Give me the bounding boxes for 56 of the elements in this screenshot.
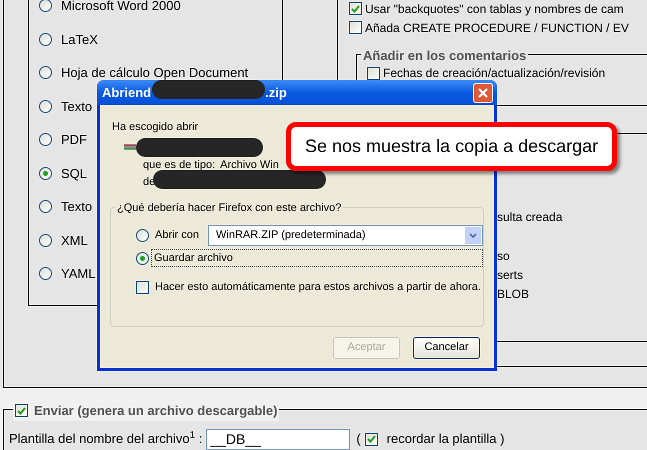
radio-button[interactable]: [39, 200, 52, 214]
radio-button[interactable]: [39, 166, 52, 180]
check-icon: [17, 406, 26, 415]
radio-button[interactable]: [39, 234, 52, 247]
option-label: BLOB: [497, 286, 530, 303]
checkbox[interactable]: [15, 404, 28, 418]
checkbox[interactable]: [367, 66, 380, 80]
dialog-button[interactable]: Cancelar: [413, 336, 480, 358]
option-label: Abrir con: [155, 228, 200, 243]
intro-text: Ha escogido abrir: [112, 121, 198, 133]
checkbox[interactable]: [364, 432, 378, 446]
radio-button[interactable]: [39, 267, 52, 280]
option-label: Usar "backquotes" con tablas y nombres de cam: [365, 0, 624, 18]
format-label: SQL: [61, 164, 88, 182]
type-value: Archivo Win: [220, 158, 279, 172]
format-label: Hoja de cálculo Open Document: [61, 64, 248, 82]
radio-button[interactable]: [39, 133, 52, 146]
format-label: XML: [61, 232, 88, 250]
option-label: Hacer esto automáticamente para estos archivos a partir de ahora.: [155, 280, 481, 295]
radio-button[interactable]: [136, 252, 149, 264]
checkbox[interactable]: [136, 280, 149, 294]
filename-label: Plantilla del nombre del archivo$^{1}$ :: [9, 429, 202, 448]
option-label: Fechas de creación/actualización/revisión: [383, 65, 606, 82]
format-label: LaTeX: [61, 30, 98, 48]
format-label: Microsoft Word 2000: [61, 0, 181, 15]
remember-label: recordar la plantilla ): [386, 430, 504, 448]
format-label: PDF: [61, 131, 87, 149]
group-legend: ¿Qué debería hacer Firefox con este archivo?: [115, 200, 344, 216]
archive-icon: [124, 142, 136, 152]
radio-button[interactable]: [136, 228, 149, 242]
option-label: serts: [497, 267, 524, 284]
radio-button[interactable]: [39, 32, 52, 46]
check-icon: [351, 4, 360, 12]
filename-field[interactable]: __DB__: [206, 428, 350, 450]
checkbox[interactable]: [349, 2, 362, 15]
radio-button[interactable]: [39, 66, 52, 80]
window-title: .zip: [265, 84, 287, 102]
window-title: Abriend: [102, 84, 152, 102]
callout-text: Se nos muestra la copia a descargar: [305, 135, 598, 158]
format-label: Texto: [61, 198, 92, 216]
check-icon: [366, 435, 376, 443]
option-label: so: [497, 248, 511, 265]
close-icon: [478, 88, 488, 98]
parenthesis: (: [356, 430, 361, 448]
format-label: Texto: [61, 98, 92, 116]
checkbox[interactable]: [349, 21, 362, 34]
group-legend: Enviar (genera un archivo descargable): [34, 401, 278, 420]
radio-button[interactable]: [39, 0, 52, 12]
format-label: YAML: [61, 265, 96, 283]
option-label: Guardar archivo: [151, 248, 483, 268]
application-select[interactable]: WinRAR.ZIP (predeterminada): [208, 224, 483, 246]
type-label: que es de tipo:: [143, 158, 216, 172]
close-button[interactable]: [473, 82, 493, 102]
option-label: sulta creada: [497, 209, 564, 226]
radio-button[interactable]: [39, 100, 52, 113]
option-label: Añada CREATE PROCEDURE / FUNCTION / EV: [365, 20, 629, 36]
